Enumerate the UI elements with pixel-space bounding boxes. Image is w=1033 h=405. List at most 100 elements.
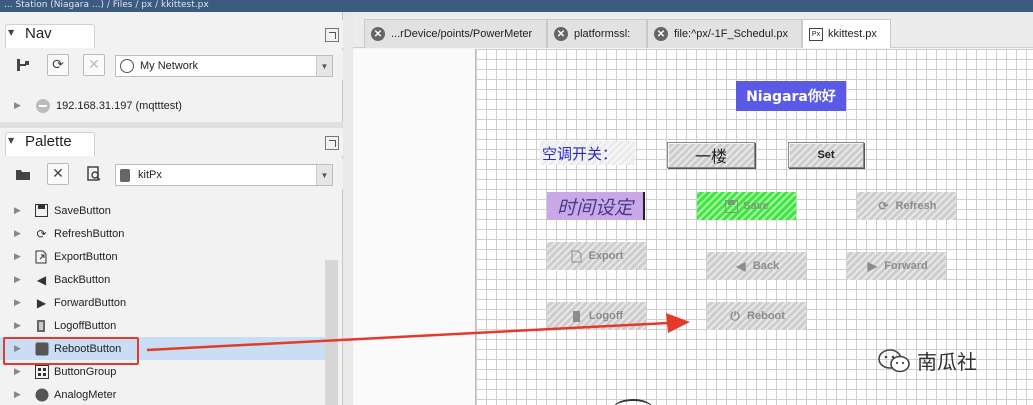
time-setting-label[interactable]: 时间设定 <box>547 192 645 220</box>
expand-arrow-icon[interactable]: ▶ <box>14 229 34 239</box>
tab-label: platformssl: <box>574 28 631 40</box>
tab-power-meter[interactable]: ✕ ...rDevice/points/PowerMeter <box>364 19 547 48</box>
back-icon: ◀ <box>736 259 746 273</box>
left-sidebar: ▼ Nav ⟳ ✕ My Network ▼ ▶ 192.168.31.197 … <box>0 12 343 405</box>
module-jar-icon <box>120 168 130 182</box>
maximize-icon[interactable] <box>325 28 339 42</box>
palette-scrollbar[interactable] <box>325 260 338 405</box>
expand-arrow-icon[interactable]: ▶ <box>14 321 34 331</box>
ac-switch-label[interactable]: 空调开关： <box>540 141 635 165</box>
back-button[interactable]: ◀ Back <box>707 252 806 280</box>
tab-kkittest[interactable]: Px kkittest.px <box>802 19 891 48</box>
logoff-button-label: Logoff <box>588 310 624 322</box>
save-icon <box>34 203 49 218</box>
palette-item-save-button[interactable]: ▶ SaveButton <box>0 199 325 222</box>
watermark: 南瓜社 <box>877 346 977 375</box>
expand-arrow-icon[interactable]: ▶ <box>14 390 34 400</box>
refresh-button[interactable]: ⟳ Refresh <box>857 192 956 220</box>
refresh-icon[interactable]: ⟳ <box>47 54 69 76</box>
palette-item-label: ForwardButton <box>54 296 127 309</box>
forward-button[interactable]: ▶ Forward <box>847 252 946 280</box>
close-icon[interactable]: ✕ <box>371 27 385 41</box>
palette-item-label: AnalogMeter <box>54 388 117 401</box>
network-select-value: My Network <box>140 60 199 72</box>
tab-label: kkittest.px <box>828 28 877 40</box>
expand-arrow-icon[interactable]: ▶ <box>14 275 34 285</box>
refresh-icon: ⟳ <box>878 199 889 213</box>
reboot-button[interactable]: ⏻ Reboot <box>707 302 806 330</box>
nav-tree-item[interactable]: ▶ 192.168.31.197 (mqtttest) <box>0 96 343 116</box>
tab-label: file:^px/-1F_Schedul.px <box>674 28 788 40</box>
close-icon[interactable]: ✕ <box>554 27 568 41</box>
close-icon[interactable]: ✕ <box>83 54 105 76</box>
wechat-icon <box>877 348 911 374</box>
save-button-label: Save <box>743 200 769 212</box>
nav-title: Nav <box>25 25 52 42</box>
floor-button[interactable]: 一楼 <box>667 142 755 168</box>
palette-item-label: ExportButton <box>54 250 118 263</box>
palette-item-label: SaveButton <box>54 204 111 217</box>
watermark-text: 南瓜社 <box>917 350 977 374</box>
palette-panel-header: ▼ Palette <box>0 128 343 156</box>
expand-arrow-icon[interactable]: ▶ <box>14 298 34 308</box>
palette-list: ▶ SaveButton ▶ ⟳ RefreshButton ▶ ExportB… <box>0 192 325 405</box>
tab-schedule-px[interactable]: ✕ file:^px/-1F_Schedul.px <box>647 19 802 48</box>
palette-item-refresh-button[interactable]: ▶ ⟳ RefreshButton <box>0 222 325 245</box>
logoff-icon <box>570 309 584 323</box>
logoff-icon <box>34 318 49 333</box>
nav-panel-header: ▼ Nav <box>0 20 343 48</box>
button-group-icon <box>34 364 49 379</box>
set-button[interactable]: Set <box>788 142 864 168</box>
palette-item-logoff-button[interactable]: ▶ LogoffButton <box>0 314 325 337</box>
sidebar-tree-icon[interactable] <box>12 54 34 76</box>
collapse-caret-icon[interactable]: ▼ <box>8 136 14 145</box>
palette-item-analog-meter[interactable]: ▶ AnalogMeter <box>0 383 325 405</box>
save-button[interactable]: Save <box>697 192 796 220</box>
globe-icon <box>120 59 134 73</box>
palette-item-label: RefreshButton <box>54 227 125 240</box>
palette-toolbar: ✕ kitPx ▼ <box>0 159 343 189</box>
back-button-label: Back <box>752 260 780 272</box>
export-button-label: Export <box>588 250 624 262</box>
px-file-icon: Px <box>809 27 823 41</box>
nav-toolbar: ⟳ ✕ My Network ▼ <box>0 50 343 80</box>
expand-arrow-icon[interactable]: ▶ <box>14 101 26 111</box>
palette-item-forward-button[interactable]: ▶ ▶ ForwardButton <box>0 291 325 314</box>
editor-tab-bar: ✕ ...rDevice/points/PowerMeter ✕ platfor… <box>353 12 1033 48</box>
export-icon <box>34 249 49 264</box>
tab-platformssl[interactable]: ✕ platformssl: <box>547 19 647 48</box>
module-select[interactable]: kitPx ▼ <box>115 164 333 186</box>
chevron-down-icon[interactable]: ▼ <box>316 165 332 185</box>
palette-item-export-button[interactable]: ▶ ExportButton <box>0 245 325 268</box>
refresh-icon: ⟳ <box>36 226 47 241</box>
open-folder-icon[interactable] <box>12 163 34 185</box>
export-icon <box>570 249 584 263</box>
maximize-icon[interactable] <box>325 136 339 150</box>
reboot-button-label: Reboot <box>747 310 785 322</box>
back-icon: ◀ <box>36 272 47 287</box>
chevron-down-icon[interactable]: ▼ <box>316 56 332 76</box>
expand-arrow-icon[interactable]: ▶ <box>14 367 34 377</box>
forward-icon: ▶ <box>867 259 877 273</box>
palette-item-label: ButtonGroup <box>54 365 117 378</box>
expand-arrow-icon[interactable]: ▶ <box>14 206 34 216</box>
logoff-button[interactable]: Logoff <box>547 302 646 330</box>
export-button[interactable]: Export <box>547 242 646 270</box>
network-select[interactable]: My Network ▼ <box>115 55 333 77</box>
palette-title: Palette <box>25 133 72 150</box>
expand-arrow-icon[interactable]: ▶ <box>14 252 34 262</box>
window-title-bar: ... Station (Niagara ...) / Files / px /… <box>0 0 1033 12</box>
palette-item-back-button[interactable]: ▶ ◀ BackButton <box>0 268 325 291</box>
station-disconnected-icon <box>36 99 50 113</box>
close-icon[interactable]: ✕ <box>47 163 69 185</box>
forward-button-label: Forward <box>884 260 928 272</box>
forward-icon: ▶ <box>36 295 47 310</box>
close-icon[interactable]: ✕ <box>654 27 668 41</box>
window-title: ... Station (Niagara ...) / Files / px /… <box>4 0 209 10</box>
palette-item-button-group[interactable]: ▶ ButtonGroup <box>0 360 325 383</box>
niagara-label[interactable]: Niagara你好 <box>736 81 846 111</box>
meter-icon <box>34 387 49 402</box>
collapse-caret-icon[interactable]: ▼ <box>8 28 14 37</box>
palette-item-reboot-button[interactable]: ▶ RebootButton <box>0 337 325 365</box>
find-icon[interactable] <box>83 163 105 185</box>
